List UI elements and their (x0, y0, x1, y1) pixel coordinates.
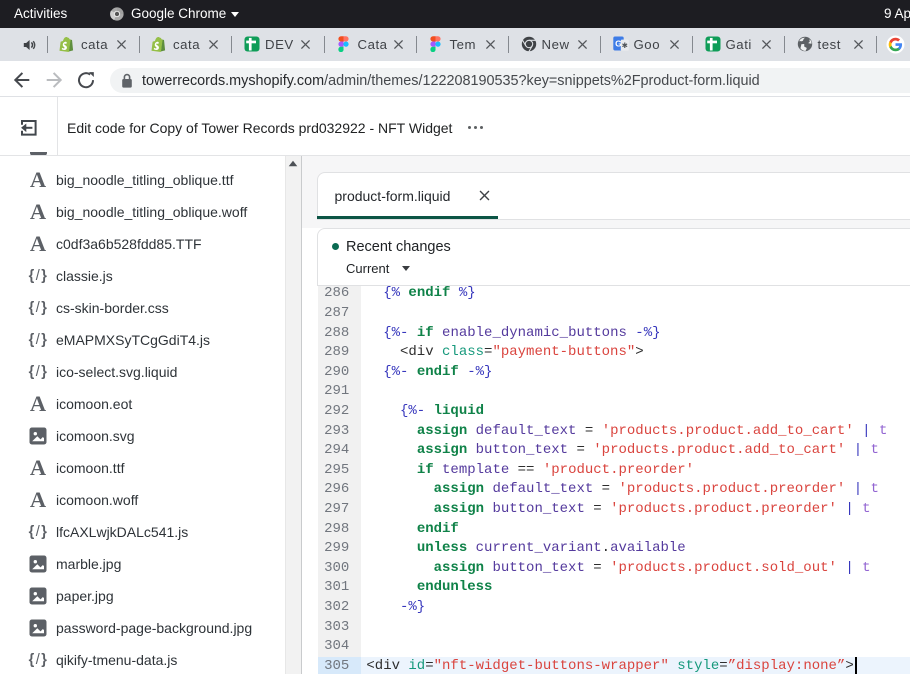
svg-text:✱: ✱ (621, 41, 628, 50)
